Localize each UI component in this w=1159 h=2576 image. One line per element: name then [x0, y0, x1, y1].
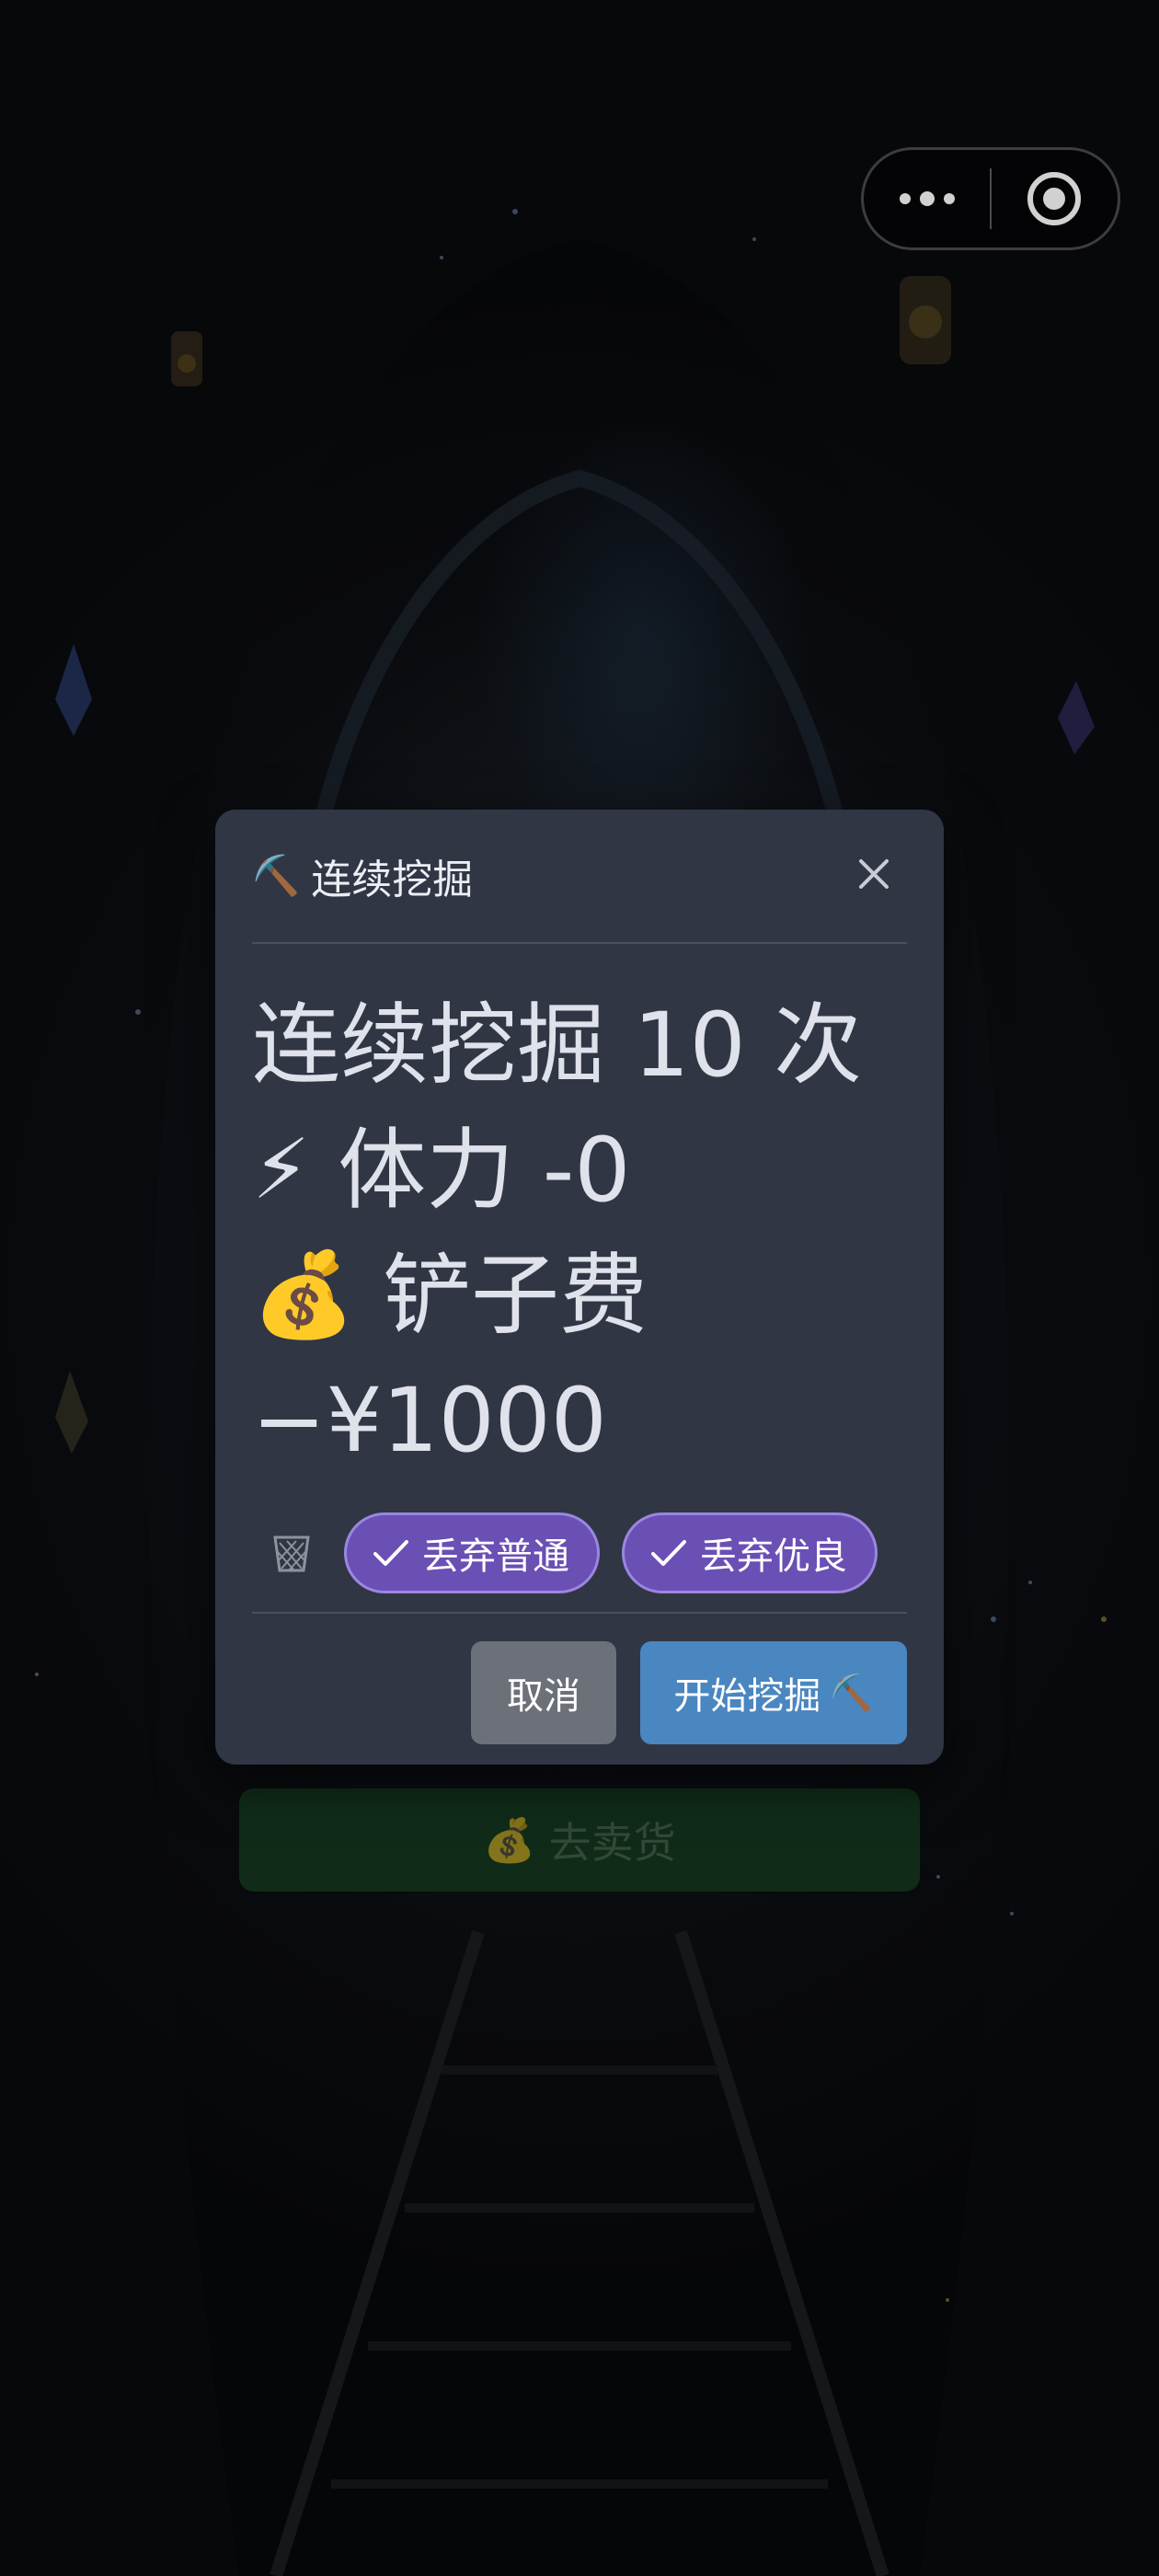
- cancel-button[interactable]: 取消: [471, 1641, 616, 1744]
- dialog-header: ⛏️ 连续挖掘: [252, 810, 907, 944]
- stamina-text: 体力 -0: [338, 1119, 631, 1222]
- shovel-fee-label: 铲子费: [383, 1244, 648, 1347]
- discard-good-toggle[interactable]: 丢弃优良: [622, 1512, 878, 1593]
- discard-normal-toggle[interactable]: 丢弃普通: [344, 1512, 600, 1593]
- pickaxe-icon: ⛏️: [252, 853, 301, 898]
- cancel-label: 取消: [507, 1675, 580, 1718]
- discard-options: 丢弃普通 丢弃优良: [270, 1512, 907, 1593]
- dig-count-text: 连续挖掘 10 次: [252, 994, 863, 1097]
- pickaxe-icon: ⛏️: [830, 1672, 874, 1713]
- shovel-fee-amount: −¥1000: [252, 1369, 607, 1472]
- trash-basket-icon: [270, 1531, 315, 1575]
- check-icon: [650, 1538, 687, 1568]
- dialog-title-text: 连续挖掘: [311, 857, 474, 903]
- close-x-icon: [858, 858, 889, 893]
- discard-good-label: 丢弃优良: [700, 1535, 847, 1578]
- start-dig-label: 开始挖掘: [673, 1675, 821, 1718]
- money-bag-icon: 💰: [252, 1247, 356, 1343]
- shovel-fee-amount-line: −¥1000: [252, 1358, 916, 1483]
- stamina-line: ⚡ 体力 -0: [252, 1108, 916, 1233]
- close-button[interactable]: [848, 850, 900, 902]
- footer-divider: [252, 1612, 907, 1614]
- shovel-fee-line: 💰 铲子费: [252, 1233, 916, 1358]
- game-screen: 💰 去卖货 ⛏️ 连续挖掘 连续挖掘 10 次 ⚡ 体力 -0 💰 铲子费 −¥…: [0, 0, 1159, 2576]
- lightning-icon: ⚡: [252, 1121, 311, 1218]
- continuous-dig-dialog: ⛏️ 连续挖掘 连续挖掘 10 次 ⚡ 体力 -0 💰 铲子费 −¥1000 丢…: [215, 810, 944, 1765]
- dig-count-line: 连续挖掘 10 次: [252, 983, 916, 1108]
- dig-summary: 连续挖掘 10 次 ⚡ 体力 -0 💰 铲子费 −¥1000: [252, 983, 916, 1483]
- start-dig-button[interactable]: 开始挖掘 ⛏️: [640, 1641, 907, 1744]
- check-icon: [373, 1538, 409, 1568]
- discard-normal-label: 丢弃普通: [422, 1535, 569, 1578]
- dialog-title: ⛏️ 连续挖掘: [252, 846, 473, 905]
